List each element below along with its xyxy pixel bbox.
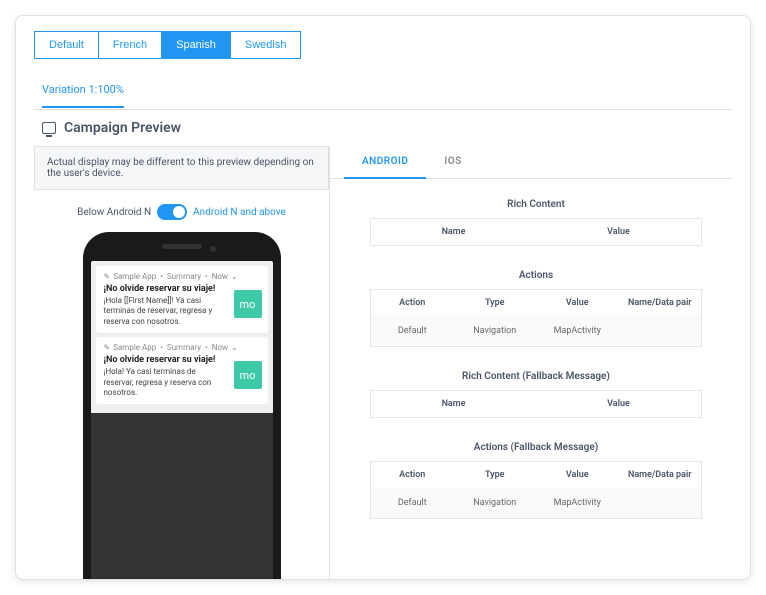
col-type: Type bbox=[454, 470, 537, 480]
section-title: Actions (Fallback Message) bbox=[370, 442, 702, 453]
preview-panel: Actual display may be different to this … bbox=[34, 146, 329, 580]
notification-summary: Summary bbox=[167, 272, 201, 281]
notification-app-icon: mo bbox=[234, 290, 262, 318]
pencil-icon: ✎ bbox=[104, 272, 111, 281]
actions-fallback-section: Actions (Fallback Message) Action Type V… bbox=[370, 442, 702, 519]
notification-meta: ✎ Sample App Summary Now ⌄ bbox=[104, 272, 260, 281]
table-header: Action Type Value Name/Data pair bbox=[371, 290, 701, 316]
divider bbox=[34, 109, 732, 110]
notification-app: Sample App bbox=[113, 343, 156, 352]
monitor-icon bbox=[42, 122, 56, 134]
phone-camera bbox=[210, 246, 216, 252]
platform-tabs: ANDROID IOS bbox=[330, 146, 732, 179]
col-value: Value bbox=[536, 298, 619, 308]
cell-action: Default bbox=[371, 498, 454, 508]
section-title: Actions bbox=[370, 270, 702, 281]
col-name-data: Name/Data pair bbox=[619, 470, 702, 480]
section-title: Rich Content (Fallback Message) bbox=[370, 371, 702, 382]
locale-tab-french[interactable]: French bbox=[98, 31, 162, 59]
cell-name-data bbox=[619, 498, 702, 508]
page-title: Campaign Preview bbox=[64, 120, 181, 136]
table-header: Name Value bbox=[371, 219, 701, 245]
col-action: Action bbox=[371, 298, 454, 308]
rich-content-section: Rich Content Name Value bbox=[370, 199, 702, 246]
cell-name-data bbox=[619, 326, 702, 336]
pencil-icon: ✎ bbox=[104, 343, 111, 352]
cell-type: Navigation bbox=[454, 498, 537, 508]
notification-summary: Summary bbox=[167, 343, 201, 352]
variation-tab[interactable]: Variation 1:100% bbox=[42, 83, 124, 108]
table-row: Default Navigation MapActivity bbox=[371, 488, 701, 518]
table-header: Action Type Value Name/Data pair bbox=[371, 462, 701, 488]
col-action: Action bbox=[371, 470, 454, 480]
dot-separator bbox=[204, 343, 209, 352]
locale-tab-swedish[interactable]: Swedish bbox=[230, 31, 302, 59]
notification-card: ✎ Sample App Summary Now ⌄ ¡No olvide re… bbox=[96, 337, 268, 404]
android-version-toggle[interactable] bbox=[157, 204, 187, 220]
locale-tab-default[interactable]: Default bbox=[34, 31, 99, 59]
tables-area: Rich Content Name Value Actions Action T… bbox=[330, 179, 732, 519]
rich-content-table: Name Value bbox=[370, 218, 702, 246]
notification-time: Now bbox=[212, 343, 228, 352]
table-header: Name Value bbox=[371, 391, 701, 417]
notification-tray: ✎ Sample App Summary Now ⌄ ¡No olvide re… bbox=[91, 261, 273, 413]
col-value: Value bbox=[536, 470, 619, 480]
dot-separator bbox=[204, 272, 209, 281]
details-panel: ANDROID IOS Rich Content Name Value Acti… bbox=[329, 146, 732, 580]
dot-separator bbox=[159, 272, 164, 281]
col-value: Value bbox=[536, 227, 701, 237]
cell-value: MapActivity bbox=[536, 326, 619, 336]
toggle-knob bbox=[173, 206, 185, 218]
col-name: Name bbox=[371, 227, 536, 237]
cell-action: Default bbox=[371, 326, 454, 336]
variation-tabs: Variation 1:100% bbox=[34, 77, 732, 106]
notification-app-icon: mo bbox=[234, 361, 262, 389]
rich-content-fallback-section: Rich Content (Fallback Message) Name Val… bbox=[370, 371, 702, 418]
notification-app: Sample App bbox=[113, 272, 156, 281]
notification-card: ✎ Sample App Summary Now ⌄ ¡No olvide re… bbox=[96, 266, 268, 333]
actions-fallback-table: Action Type Value Name/Data pair Default… bbox=[370, 461, 702, 519]
col-name: Name bbox=[371, 399, 536, 409]
toggle-label-right: Android N and above bbox=[193, 207, 286, 218]
locale-tab-spanish[interactable]: Spanish bbox=[161, 31, 231, 59]
col-value: Value bbox=[536, 399, 701, 409]
col-type: Type bbox=[454, 298, 537, 308]
cell-value: MapActivity bbox=[536, 498, 619, 508]
phone-screen: ✎ Sample App Summary Now ⌄ ¡No olvide re… bbox=[91, 261, 273, 580]
chevron-down-icon: ⌄ bbox=[231, 343, 238, 352]
notification-time: Now bbox=[212, 272, 228, 281]
table-row: Default Navigation MapActivity bbox=[371, 316, 701, 346]
locale-tabs: Default French Spanish Swedish bbox=[34, 31, 732, 59]
platform-tab-android[interactable]: ANDROID bbox=[344, 146, 426, 179]
phone-speaker bbox=[162, 244, 202, 249]
actions-section: Actions Action Type Value Name/Data pair… bbox=[370, 270, 702, 347]
rich-content-fallback-table: Name Value bbox=[370, 390, 702, 418]
cell-type: Navigation bbox=[454, 326, 537, 336]
platform-tab-ios[interactable]: IOS bbox=[426, 146, 479, 178]
notification-meta: ✎ Sample App Summary Now ⌄ bbox=[104, 343, 260, 352]
chevron-down-icon: ⌄ bbox=[231, 272, 238, 281]
disclaimer-text: Actual display may be different to this … bbox=[34, 146, 329, 190]
section-title: Rich Content bbox=[370, 199, 702, 210]
toggle-label-left: Below Android N bbox=[77, 207, 151, 218]
android-version-toggle-row: Below Android N Android N and above bbox=[34, 204, 329, 220]
content-row: Actual display may be different to this … bbox=[34, 146, 732, 580]
actions-table: Action Type Value Name/Data pair Default… bbox=[370, 289, 702, 347]
app-container: Default French Spanish Swedish Variation… bbox=[15, 15, 751, 580]
phone-mockup: ✎ Sample App Summary Now ⌄ ¡No olvide re… bbox=[83, 232, 281, 580]
preview-header: Campaign Preview bbox=[34, 120, 732, 136]
dot-separator bbox=[159, 343, 164, 352]
col-name-data: Name/Data pair bbox=[619, 298, 702, 308]
